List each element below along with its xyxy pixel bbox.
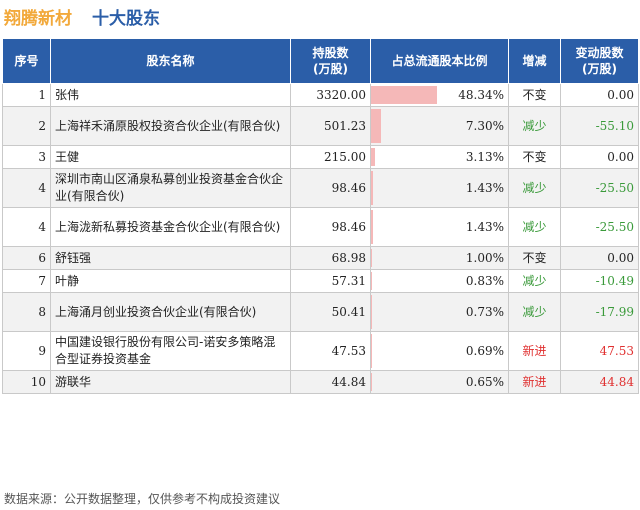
company-name: 翔腾新材: [4, 9, 72, 29]
delta-shares-cell: 0.00: [560, 246, 639, 270]
table-row: 1 张伟 3320.00 48.34% 不变 0.00: [2, 83, 639, 107]
table-header-row: 序号 股东名称 持股数 (万股) 占总流通股本比例 增减 变动股数 (万股): [2, 38, 639, 84]
col-header-name: 股东名称: [50, 38, 291, 84]
col-header-rank: 序号: [2, 38, 51, 84]
ratio-cell: 0.83%: [370, 269, 509, 293]
change-status-cell: 减少: [508, 269, 561, 293]
shareholder-name-cell: 张伟: [50, 83, 291, 107]
ratio-value: 0.83%: [465, 273, 504, 288]
shareholder-name-cell: 上海涌月创业投资合伙企业(有限合伙): [50, 292, 291, 332]
table-row: 2 上海祥禾涌原股权投资合伙企业(有限合伙) 501.23 7.30% 减少 -55.10: [2, 106, 639, 146]
change-status-cell: 减少: [508, 292, 561, 332]
table-row: 4 深圳市南山区涌泉私募创业投资基金合伙企业(有限合伙) 98.46 1.43% 减少 -…: [2, 168, 639, 208]
title-bar: 翔腾新材 十大股东: [0, 0, 640, 34]
delta-shares-cell: -25.50: [560, 168, 639, 208]
rank-cell: 8: [2, 292, 51, 332]
shares-cell: 98.46: [290, 168, 371, 208]
page-title: 十大股东: [92, 9, 160, 29]
change-status-cell: 新进: [508, 370, 561, 394]
ratio-cell: 0.69%: [370, 331, 509, 371]
delta-shares-cell: -10.49: [560, 269, 639, 293]
shareholder-name-cell: 中国建设银行股份有限公司-诺安多策略混合型证券投资基金: [50, 331, 291, 371]
table-row: 10 游联华 44.84 0.65% 新进 44.84: [2, 370, 639, 394]
change-status-cell: 减少: [508, 207, 561, 247]
table-row: 9 中国建设银行股份有限公司-诺安多策略混合型证券投资基金 47.53 0.69% 新进…: [2, 331, 639, 371]
rank-cell: 4: [2, 168, 51, 208]
shareholder-name-cell: 王健: [50, 145, 291, 169]
table-row: 7 叶静 57.31 0.83% 减少 -10.49: [2, 269, 639, 293]
ratio-value: 0.65%: [465, 374, 504, 389]
shares-cell: 215.00: [290, 145, 371, 169]
rank-cell: 1: [2, 83, 51, 107]
delta-shares-cell: 0.00: [560, 83, 639, 107]
ratio-value: 3.13%: [465, 149, 504, 164]
table-row: 8 上海涌月创业投资合伙企业(有限合伙) 50.41 0.73% 减少 -17.99: [2, 292, 639, 332]
shares-cell: 50.41: [290, 292, 371, 332]
table-row: 6 舒钰强 68.98 1.00% 不变 0.00: [2, 246, 639, 270]
delta-shares-cell: 47.53: [560, 331, 639, 371]
col-header-delta: 变动股数 (万股): [560, 38, 639, 84]
ratio-cell: 0.73%: [370, 292, 509, 332]
rank-cell: 4: [2, 207, 51, 247]
table-row: 3 王健 215.00 3.13% 不变 0.00: [2, 145, 639, 169]
ratio-value: 1.43%: [465, 180, 504, 195]
change-status-cell: 新进: [508, 331, 561, 371]
ratio-value: 0.69%: [465, 343, 504, 358]
ratio-cell: 3.13%: [370, 145, 509, 169]
delta-shares-cell: -17.99: [560, 292, 639, 332]
rank-cell: 3: [2, 145, 51, 169]
ratio-value: 0.73%: [465, 304, 504, 319]
shareholder-name-cell: 游联华: [50, 370, 291, 394]
change-status-cell: 不变: [508, 145, 561, 169]
delta-shares-cell: -55.10: [560, 106, 639, 146]
shares-cell: 98.46: [290, 207, 371, 247]
rank-cell: 9: [2, 331, 51, 371]
col-header-shares: 持股数 (万股): [290, 38, 371, 84]
delta-shares-cell: -25.50: [560, 207, 639, 247]
delta-shares-cell: 44.84: [560, 370, 639, 394]
shareholder-name-cell: 深圳市南山区涌泉私募创业投资基金合伙企业(有限合伙): [50, 168, 291, 208]
ratio-value: 7.30%: [465, 118, 504, 133]
rank-cell: 7: [2, 269, 51, 293]
delta-shares-cell: 0.00: [560, 145, 639, 169]
rank-cell: 6: [2, 246, 51, 270]
table-row: 4 上海泷新私募投资基金合伙企业(有限合伙) 98.46 1.43% 减少 -25.50: [2, 207, 639, 247]
ratio-cell: 0.65%: [370, 370, 509, 394]
shareholder-name-cell: 叶静: [50, 269, 291, 293]
data-source-note: 数据来源：公开数据整理，仅供参考不构成投资建议: [4, 492, 281, 506]
shares-cell: 3320.00: [290, 83, 371, 107]
ratio-cell: 1.43%: [370, 168, 509, 208]
change-status-cell: 不变: [508, 83, 561, 107]
ratio-cell: 48.34%: [370, 83, 509, 107]
ratio-value: 48.34%: [458, 87, 504, 102]
change-status-cell: 减少: [508, 106, 561, 146]
shares-cell: 68.98: [290, 246, 371, 270]
shareholders-table: 序号 股东名称 持股数 (万股) 占总流通股本比例 增减 变动股数 (万股) 1…: [2, 38, 639, 394]
shares-cell: 44.84: [290, 370, 371, 394]
ratio-cell: 1.43%: [370, 207, 509, 247]
shareholder-name-cell: 上海祥禾涌原股权投资合伙企业(有限合伙): [50, 106, 291, 146]
change-status-cell: 不变: [508, 246, 561, 270]
shares-cell: 501.23: [290, 106, 371, 146]
ratio-cell: 7.30%: [370, 106, 509, 146]
shares-cell: 57.31: [290, 269, 371, 293]
rank-cell: 10: [2, 370, 51, 394]
shareholder-name-cell: 上海泷新私募投资基金合伙企业(有限合伙): [50, 207, 291, 247]
ratio-value: 1.43%: [465, 219, 504, 234]
col-header-change: 增减: [508, 38, 561, 84]
rank-cell: 2: [2, 106, 51, 146]
shares-cell: 47.53: [290, 331, 371, 371]
shareholder-name-cell: 舒钰强: [50, 246, 291, 270]
change-status-cell: 减少: [508, 168, 561, 208]
ratio-cell: 1.00%: [370, 246, 509, 270]
ratio-value: 1.00%: [465, 250, 504, 265]
col-header-ratio: 占总流通股本比例: [370, 38, 509, 84]
